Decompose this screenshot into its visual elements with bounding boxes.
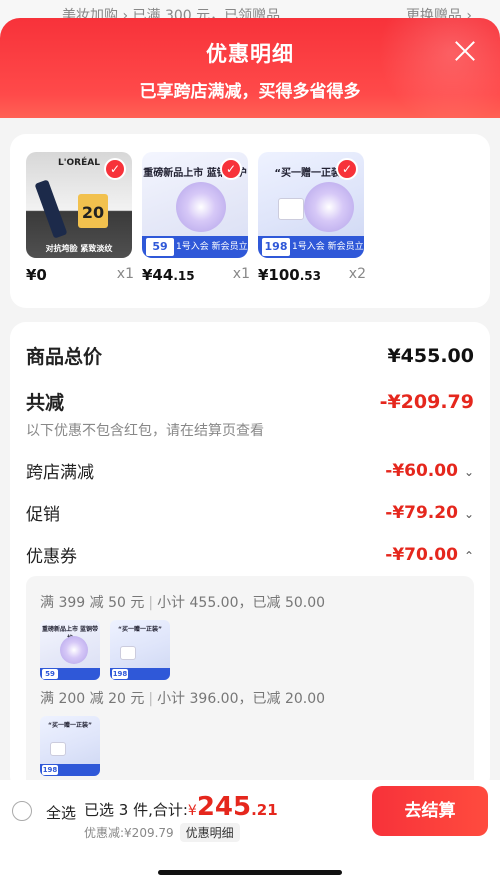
- chevron-down-icon[interactable]: ⌄: [464, 507, 474, 521]
- product-thumbnail: L'ORÉAL 20 对抗垮脸 紧致淡纹 ✓: [26, 152, 132, 258]
- discount-sheet: L'ORÉAL 20 对抗垮脸 紧致淡纹 ✓ ¥0 x1 重磅新品上市 蓝铜带护…: [0, 118, 500, 885]
- product-item-cream[interactable]: “买一赠一正装” 1号入会 新会员立减10元 198 ✓ ¥100.53 x2: [258, 152, 366, 284]
- product-item-loreal[interactable]: L'ORÉAL 20 对抗垮脸 紧致淡纹 ✓ ¥0 x1: [26, 152, 134, 284]
- total-amount: 245: [196, 792, 252, 822]
- total-value: ¥455.00: [387, 344, 474, 367]
- coupon-row[interactable]: 优惠券 -¥70.00 ⌃: [26, 542, 474, 568]
- product-caption: 对抗垮脸 紧致淡纹: [45, 244, 113, 253]
- coupon-tag: 20: [78, 194, 108, 228]
- reduce-row: 共减 -¥209.79: [26, 388, 474, 415]
- reduce-label: 共减: [26, 392, 65, 414]
- coupon-label: 优惠券: [26, 547, 77, 567]
- promo-price: 198: [262, 238, 290, 256]
- check-icon: ✓: [336, 158, 358, 180]
- discount-summary: 优惠减:¥209.79 优惠明细: [84, 823, 240, 842]
- checkout-bar: 全选 已选 3 件,合计:¥245.21 优惠减:¥209.79 优惠明细 去结算: [0, 780, 500, 885]
- coupon-subtotal: 小计 396.00，已减 20.00: [157, 691, 326, 707]
- chevron-up-icon[interactable]: ⌃: [464, 549, 474, 563]
- coupon-rule-line: 满 399 减 50 元 | 小计 455.00，已减 50.00: [40, 595, 326, 611]
- order-summary: 已选 3 件,合计:¥245.21: [84, 792, 278, 822]
- promotion-label: 促销: [26, 505, 60, 525]
- header-decoration: [350, 18, 500, 118]
- flower-image: [304, 182, 354, 232]
- product-thumbnail: 重磅新品上市 蓝铜带护 1号入会 新会员立减10元 59 ✓: [142, 152, 248, 258]
- total-label: 商品总价: [26, 346, 103, 368]
- product-item-serum[interactable]: 重磅新品上市 蓝铜带护 1号入会 新会员立减10元 59 ✓ ¥44.15 x1: [142, 152, 250, 284]
- reduce-value: -¥209.79: [379, 390, 474, 413]
- cross-store-label: 跨店满减: [26, 463, 94, 483]
- cross-store-value: -¥60.00: [385, 460, 458, 481]
- product-thumbnail: “买一赠一正装” 1号入会 新会员立减10元 198 ✓: [258, 152, 364, 258]
- coupon-rule-line: 满 200 减 20 元 | 小计 396.00，已减 20.00: [40, 691, 326, 707]
- promotion-value: -¥79.20: [385, 502, 458, 523]
- coupon-rule: 满 399 减 50 元: [40, 595, 145, 611]
- close-icon[interactable]: [452, 38, 478, 64]
- cross-store-row[interactable]: 跨店满减 -¥60.00 ⌄: [26, 458, 474, 484]
- select-all-label[interactable]: 全选: [46, 802, 76, 823]
- promotion-row[interactable]: 促销 -¥79.20 ⌄: [26, 500, 474, 526]
- discount-detail-button[interactable]: 优惠明细: [179, 823, 240, 842]
- home-indicator: [158, 870, 342, 875]
- product-tube-image: [34, 179, 68, 239]
- coupon-product-thumbnail: “买一赠一正装” 198: [40, 716, 100, 776]
- flower-image: [176, 182, 226, 232]
- product-quantity: x1: [116, 266, 134, 282]
- chevron-down-icon[interactable]: ⌄: [464, 465, 474, 479]
- coupon-product-thumbnail: “买一赠一正装” 198: [110, 620, 170, 680]
- jar-image: [278, 198, 304, 220]
- check-icon: ✓: [220, 158, 242, 180]
- check-icon: ✓: [104, 158, 126, 180]
- selected-count-text: 已选 3 件,合计:: [84, 801, 188, 819]
- product-quantity: x1: [232, 266, 250, 282]
- coupon-value: -¥70.00: [385, 544, 458, 565]
- selected-products-card: L'ORÉAL 20 对抗垮脸 紧致淡纹 ✓ ¥0 x1 重磅新品上市 蓝铜带护…: [10, 134, 490, 308]
- promo-price: 59: [146, 238, 174, 256]
- product-quantity: x2: [348, 266, 366, 282]
- discount-detail-header: 优惠明细 已享跨店满减，买得多省得多: [0, 18, 500, 128]
- total-row: 商品总价 ¥455.00: [26, 342, 474, 369]
- coupon-subtotal: 小计 455.00，已减 50.00: [157, 595, 326, 611]
- coupon-product-thumbnail: 重磅新品上市 蓝铜带护 59: [40, 620, 100, 680]
- price-detail-card: 商品总价 ¥455.00 共减 -¥209.79 以下优惠不包含红包，请在结算页…: [10, 322, 490, 816]
- select-all-radio[interactable]: [12, 801, 32, 821]
- coupon-rule: 满 200 减 20 元: [40, 691, 145, 707]
- checkout-button[interactable]: 去结算: [372, 786, 488, 836]
- red-packet-note: 以下优惠不包含红包，请在结算页查看: [26, 423, 264, 439]
